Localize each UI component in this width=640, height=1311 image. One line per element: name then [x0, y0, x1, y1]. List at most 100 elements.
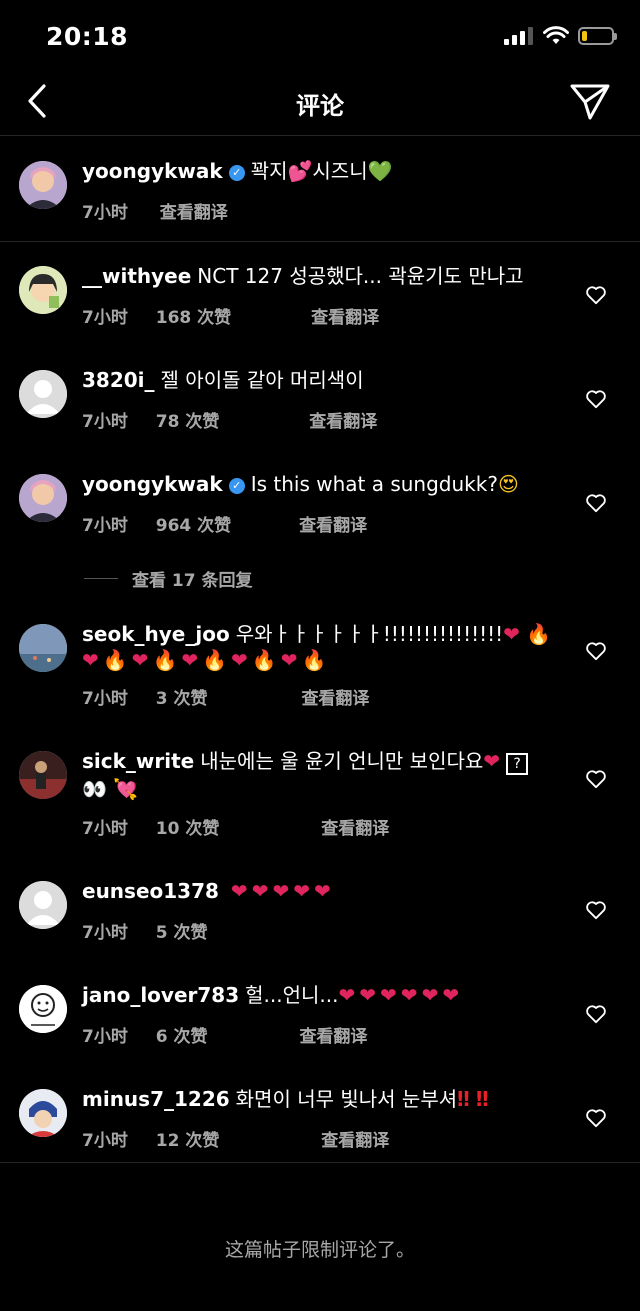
comment-text-line: sick_write 내눈에는 울 윤기 언니만 보인다요❤?: [82, 747, 550, 775]
like-heart-icon[interactable]: [585, 389, 607, 409]
status-icons: [504, 26, 617, 46]
comment-translate-link[interactable]: 查看翻译: [311, 303, 379, 328]
red-heart-emoji-icon: ❤: [421, 983, 443, 1007]
caption-time: 7小时: [82, 203, 128, 223]
red-heart-emoji-icon: ❤: [380, 983, 401, 1007]
status-time: 20:18: [46, 22, 129, 51]
red-heart-emoji-icon: ❤: [230, 879, 252, 903]
comment-likes[interactable]: 6 次赞: [156, 1022, 208, 1047]
comment-text-line-2: 👀 💘: [82, 775, 550, 803]
comment-text: 내눈에는 울 윤기 언니만 보인다요: [200, 749, 484, 773]
comment-text: 화면이 너무 빛나서 눈부셔: [235, 1087, 458, 1111]
comment-likes[interactable]: 78 次赞: [156, 407, 220, 432]
red-heart-emoji-icon: ❤: [442, 983, 464, 1007]
comment-text-line: minus7_1226 화면이 너무 빛나서 눈부셔‼ ‼: [82, 1085, 550, 1113]
comment-text: NCT 127 성공했다... 곽윤기도 만나고: [197, 264, 524, 288]
red-heart-emoji-icon: ❤: [181, 648, 203, 672]
caption-translate-link[interactable]: 查看翻译: [160, 198, 228, 223]
like-heart-icon[interactable]: [585, 641, 607, 661]
comment-text: 우와ㅏㅏㅏㅏㅏㅏ!!!!!!!!!!!!!!!: [235, 622, 504, 646]
comment-likes[interactable]: 964 次赞: [156, 511, 231, 536]
comment-likes[interactable]: 5 次赞: [156, 918, 208, 943]
cellular-signal-icon: [504, 27, 533, 45]
comment-meta: 7小时 964 次赞 查看翻译: [82, 511, 367, 536]
fire-emoji-icon: 🔥: [526, 622, 552, 646]
avatar[interactable]: [19, 370, 67, 418]
share-button[interactable]: [568, 80, 614, 124]
comment-text: 헐...언니...: [245, 983, 339, 1007]
double-exclamation-emoji-icon: ‼: [476, 1087, 489, 1111]
comment-translate-link[interactable]: 查看翻译: [301, 684, 369, 709]
comment-username[interactable]: __withyee: [82, 264, 191, 288]
comment-username[interactable]: seok_hye_joo: [82, 622, 230, 646]
page-title: 评论: [296, 92, 344, 120]
comment-meta: 7小时 12 次赞 查看翻译: [82, 1126, 389, 1151]
red-heart-emoji-icon: ❤: [131, 648, 153, 672]
avatar[interactable]: [19, 161, 67, 209]
comment-translate-link[interactable]: 查看翻译: [321, 1126, 389, 1151]
comment-text-line: jano_lover783 헐...언니...❤❤❤❤❤❤: [82, 981, 550, 1009]
green-heart-emoji-icon: 💚: [367, 159, 393, 183]
comment-time: 7小时: [82, 1131, 128, 1151]
caption-divider: [0, 241, 640, 242]
comment-username[interactable]: yoongykwak: [82, 472, 223, 496]
comment-translate-link[interactable]: 查看翻译: [321, 814, 389, 839]
caption-meta: 7小时 查看翻译: [82, 198, 228, 223]
double-exclamation-emoji-icon: ‼: [457, 1087, 470, 1111]
like-heart-icon[interactable]: [585, 769, 607, 789]
comment-text: Is this what a sungdukk?: [250, 472, 498, 496]
comment-text-line: __withyee NCT 127 성공했다... 곽윤기도 만나고: [82, 262, 550, 290]
comment-text-line: 3820i_ 젤 아이돌 같아 머리색이: [82, 366, 550, 394]
comment-translate-link[interactable]: 查看翻译: [299, 1022, 367, 1047]
red-heart-emoji-icon: ❤: [338, 983, 360, 1007]
avatar[interactable]: [19, 474, 67, 522]
fire-emoji-icon: 🔥: [202, 648, 232, 672]
avatar[interactable]: [19, 751, 67, 799]
red-heart-emoji-icon: ❤: [293, 879, 314, 903]
avatar[interactable]: [19, 624, 67, 672]
red-heart-emoji-icon: ❤: [82, 648, 103, 672]
red-heart-emoji-icon: ❤: [231, 648, 252, 672]
caption-text-line: yoongykwak ✓ 꽉지💕시즈니💚: [82, 157, 550, 185]
comment-translate-link[interactable]: 查看翻译: [309, 407, 377, 432]
comment-meta: 7小时 3 次赞 查看翻译: [82, 684, 369, 709]
comment-username[interactable]: sick_write: [82, 749, 194, 773]
comment-text-line: seok_hye_joo 우와ㅏㅏㅏㅏㅏㅏ!!!!!!!!!!!!!!!❤ 🔥: [82, 620, 552, 648]
like-heart-icon[interactable]: [585, 1108, 607, 1128]
red-heart-emoji-icon: ❤: [313, 879, 335, 903]
like-heart-icon[interactable]: [585, 493, 607, 513]
avatar[interactable]: [19, 985, 67, 1033]
caption-text-a: 꽉지: [250, 159, 288, 183]
comments-limited-notice: 这篇帖子限制评论了。: [224, 1239, 415, 1261]
like-heart-icon[interactable]: [585, 900, 607, 920]
header: 评论: [0, 68, 640, 136]
battery-icon: [578, 27, 617, 45]
avatar[interactable]: [19, 881, 67, 929]
red-heart-emoji-icon: ❤: [503, 622, 520, 646]
comment-time: 7小时: [82, 516, 128, 536]
comment-time: 7小时: [82, 923, 128, 943]
comment-likes[interactable]: 168 次赞: [156, 303, 231, 328]
comment-likes[interactable]: 12 次赞: [156, 1126, 220, 1151]
like-heart-icon[interactable]: [585, 285, 607, 305]
comment-text-line: eunseo1378 ❤❤❤❤❤: [82, 877, 550, 905]
avatar[interactable]: [19, 266, 67, 314]
comment-username[interactable]: 3820i_: [82, 368, 155, 392]
comment-time: 7小时: [82, 308, 128, 328]
verified-badge-icon: ✓: [228, 165, 245, 181]
like-heart-icon[interactable]: [585, 1004, 607, 1024]
comment-meta: 7小时 168 次赞 查看翻译: [82, 303, 379, 328]
comment-likes[interactable]: 10 次赞: [156, 814, 220, 839]
comment-username[interactable]: minus7_1226: [82, 1087, 230, 1111]
fire-emoji-icon: 🔥: [152, 648, 182, 672]
avatar[interactable]: [19, 1089, 67, 1137]
view-replies-link[interactable]: 查看 17 条回复: [84, 566, 253, 591]
comment-username[interactable]: eunseo1378: [82, 879, 219, 903]
unknown-glyph-icon: ?: [506, 753, 529, 775]
caption-username[interactable]: yoongykwak: [82, 159, 223, 183]
paper-plane-icon: [570, 84, 610, 120]
comment-translate-link[interactable]: 查看翻译: [299, 511, 367, 536]
comment-likes[interactable]: 3 次赞: [156, 684, 208, 709]
comment-time: 7小时: [82, 819, 128, 839]
comment-username[interactable]: jano_lover783: [82, 983, 239, 1007]
